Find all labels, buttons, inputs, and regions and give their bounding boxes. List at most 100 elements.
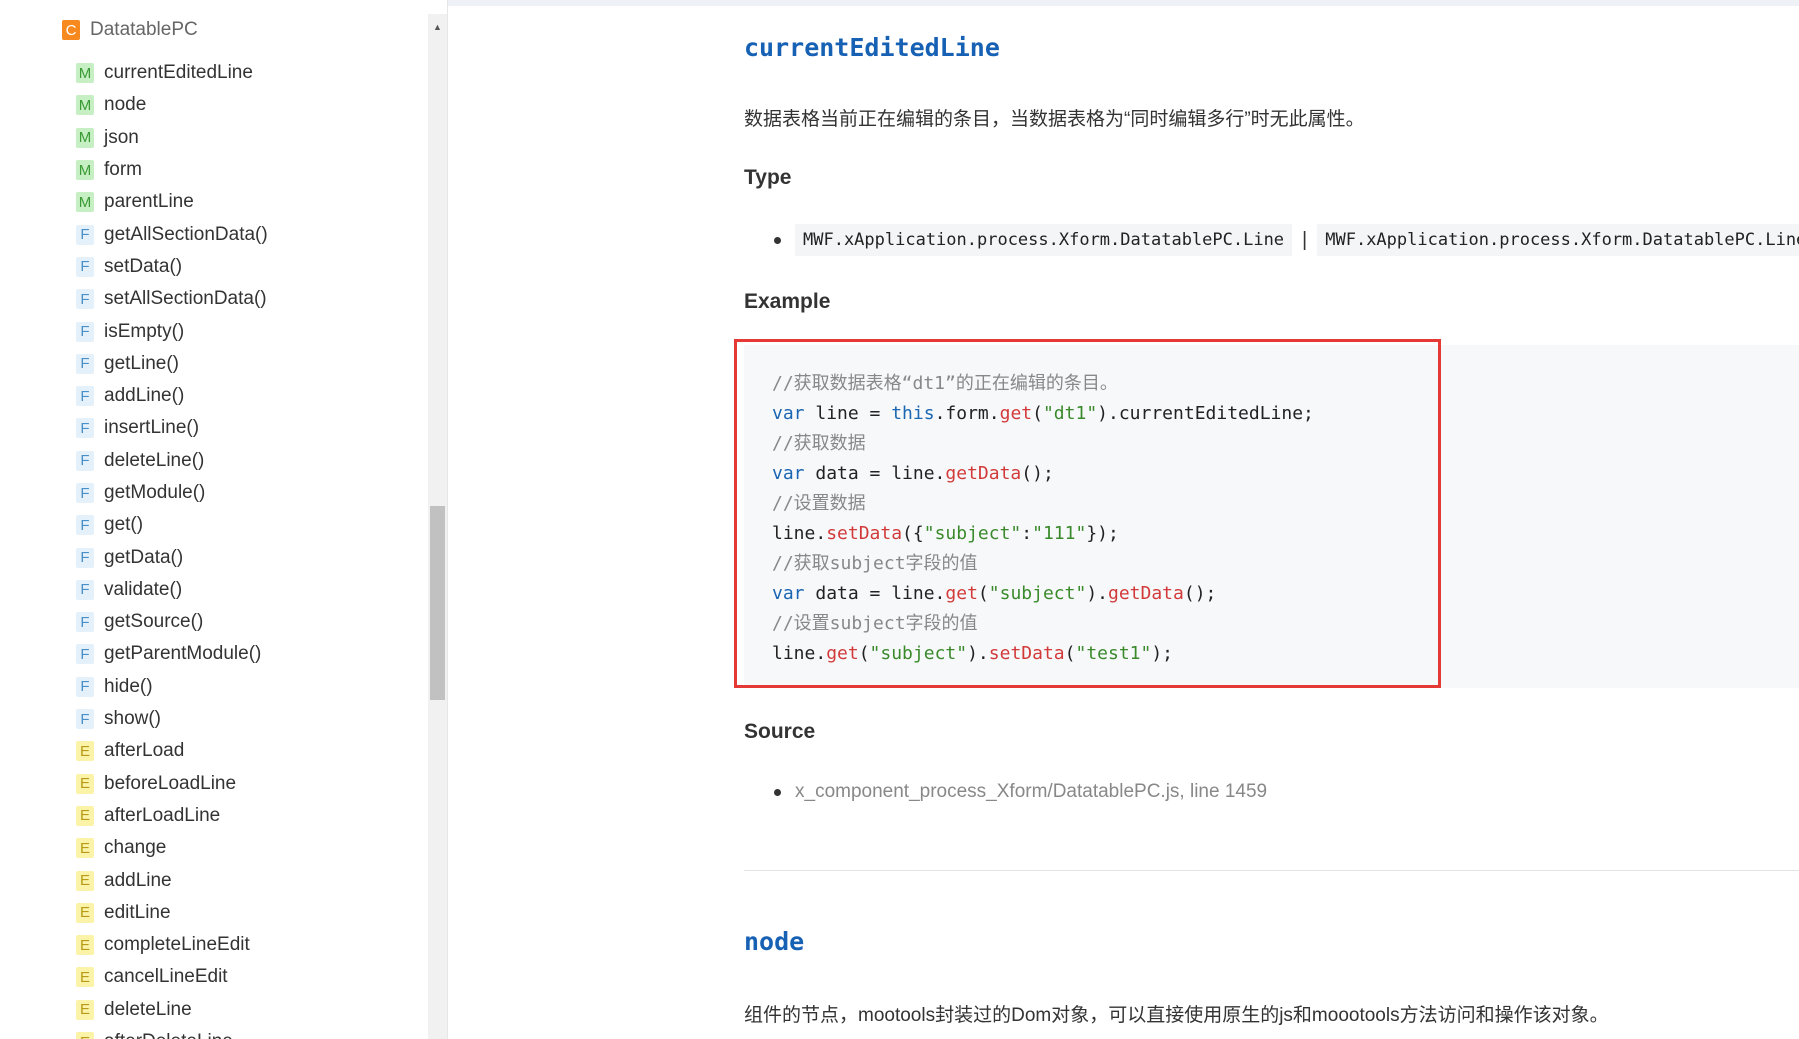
sidebar-title[interactable]: C DatatablePC xyxy=(62,18,198,42)
sidebar-item[interactable]: Fshow() xyxy=(76,703,268,735)
member-description-node: 组件的节点，mootools封装过的Dom对象，可以直接使用原生的js和mooo… xyxy=(744,1005,1609,1026)
sidebar-item[interactable]: Fvalidate() xyxy=(76,574,268,606)
sidebar-item-label: insertLine() xyxy=(104,417,200,439)
function-badge-icon: F xyxy=(76,676,94,697)
sidebar-item-label: cancelLineEdit xyxy=(104,966,228,988)
sidebar-item-label: getData() xyxy=(104,546,184,568)
sidebar-item[interactable]: FinsertLine() xyxy=(76,412,268,444)
sidebar-item[interactable]: EafterLoadLine xyxy=(76,800,268,832)
sidebar-item-label: deleteLine xyxy=(104,998,192,1020)
sidebar-item[interactable]: McurrentEditedLine xyxy=(76,57,268,89)
event-badge-icon: E xyxy=(76,741,94,762)
event-badge-icon: E xyxy=(76,805,94,826)
sidebar-scrollbar[interactable]: ▲ xyxy=(428,14,447,1039)
sidebar-item-label: show() xyxy=(104,708,162,730)
event-badge-icon: E xyxy=(76,967,94,988)
annotation-highlight-box xyxy=(734,339,1441,688)
sidebar-item[interactable]: EafterLoad xyxy=(76,735,268,767)
source-list-item: x_component_process_Xform/DatatablePC.js… xyxy=(774,781,1267,803)
sidebar-item[interactable]: Mnode xyxy=(76,89,268,121)
member-badge-icon: M xyxy=(76,63,94,84)
sidebar-item[interactable]: EafterDeleteLine xyxy=(76,1026,268,1039)
member-title-currentEditedLine: currentEditedLine xyxy=(744,33,1000,62)
sidebar-item-label: getAllSectionData() xyxy=(104,223,268,245)
sidebar-item[interactable]: Mform xyxy=(76,154,268,186)
sidebar-member-list: McurrentEditedLine Mnode Mjson Mform Mparent… xyxy=(76,57,268,1039)
type-separator: | xyxy=(1302,228,1308,251)
sidebar-item-label: setAllSectionData() xyxy=(104,288,267,310)
sidebar-item-label: completeLineEdit xyxy=(104,934,250,956)
sidebar-item[interactable]: EdeleteLine xyxy=(76,994,268,1026)
sidebar-item[interactable]: EeditLine xyxy=(76,897,268,929)
sidebar-item-label: json xyxy=(104,126,139,148)
sidebar-item-label: beforeLoadLine xyxy=(104,772,237,794)
sidebar-item[interactable]: FgetParentModule() xyxy=(76,638,268,670)
sidebar-item[interactable]: FgetModule() xyxy=(76,477,268,509)
function-badge-icon: F xyxy=(76,515,94,536)
sidebar-item[interactable]: FsetAllSectionData() xyxy=(76,283,268,315)
sidebar-item-label: isEmpty() xyxy=(104,320,185,342)
sidebar-item-label: currentEditedLine xyxy=(104,62,253,84)
sidebar-item-label: afterDeleteLine xyxy=(104,1031,233,1039)
event-badge-icon: E xyxy=(76,935,94,956)
sidebar-item[interactable]: Echange xyxy=(76,832,268,864)
function-badge-icon: F xyxy=(76,579,94,600)
bullet-icon xyxy=(774,788,781,796)
sidebar-item[interactable]: EcancelLineEdit xyxy=(76,961,268,993)
sidebar-item-label: hide() xyxy=(104,675,153,697)
sidebar-item-label: setData() xyxy=(104,255,183,277)
sidebar-item-label: deleteLine() xyxy=(104,449,205,471)
type-list-item: MWF.xApplication.process.Xform.Datatable… xyxy=(774,224,1799,256)
sidebar-item-label: parentLine xyxy=(104,191,194,213)
sidebar-item[interactable]: EcompleteLineEdit xyxy=(76,929,268,961)
event-badge-icon: E xyxy=(76,838,94,859)
member-description: 数据表格当前正在编辑的条目，当数据表格为“同时编辑多行”时无此属性。 xyxy=(744,109,1365,130)
sidebar-item[interactable]: FgetData() xyxy=(76,541,268,573)
event-badge-icon: E xyxy=(76,870,94,891)
sidebar-item[interactable]: FgetAllSectionData() xyxy=(76,218,268,250)
event-badge-icon: E xyxy=(76,999,94,1020)
sidebar-item[interactable]: EbeforeLoadLine xyxy=(76,768,268,800)
function-badge-icon: F xyxy=(76,386,94,407)
sidebar-item[interactable]: FisEmpty() xyxy=(76,315,268,347)
sidebar-title-label: DatatablePC xyxy=(90,19,198,40)
function-badge-icon: F xyxy=(76,256,94,277)
source-heading: Source xyxy=(744,720,816,743)
sidebar-item[interactable]: Fhide() xyxy=(76,671,268,703)
sidebar-item[interactable]: FsetData() xyxy=(76,251,268,283)
sidebar-item[interactable]: FgetSource() xyxy=(76,606,268,638)
function-badge-icon: F xyxy=(76,418,94,439)
sidebar-item[interactable]: MparentLine xyxy=(76,186,268,218)
function-badge-icon: F xyxy=(76,709,94,730)
function-badge-icon: F xyxy=(76,547,94,568)
sidebar-item[interactable]: EaddLine xyxy=(76,864,268,896)
function-badge-icon: F xyxy=(76,289,94,310)
event-badge-icon: E xyxy=(76,902,94,923)
member-title-node: node xyxy=(744,927,805,956)
sidebar-item[interactable]: FgetLine() xyxy=(76,348,268,380)
sidebar-item-label: addLine() xyxy=(104,385,185,407)
sidebar-item[interactable]: Mjson xyxy=(76,122,268,154)
section-divider xyxy=(744,870,1799,871)
sidebar-item-label: get() xyxy=(104,514,144,536)
sidebar-item[interactable]: FaddLine() xyxy=(76,380,268,412)
function-badge-icon: F xyxy=(76,353,94,374)
function-badge-icon: F xyxy=(76,450,94,471)
scroll-thumb[interactable] xyxy=(430,506,445,700)
sidebar-item-label: node xyxy=(104,94,147,116)
sidebar-item-label: editLine xyxy=(104,901,171,923)
sidebar-item-label: afterLoad xyxy=(104,740,185,762)
main-content: currentEditedLine 数据表格当前正在编辑的条目，当数据表格为“同… xyxy=(734,0,1799,1039)
type-code-2: MWF.xApplication.process.Xform.Datatable… xyxy=(1317,224,1799,256)
sidebar-item[interactable]: Fget() xyxy=(76,509,268,541)
member-badge-icon: M xyxy=(76,192,94,213)
source-link[interactable]: x_component_process_Xform/DatatablePC.js… xyxy=(795,781,1267,803)
type-code-1: MWF.xApplication.process.Xform.Datatable… xyxy=(795,224,1293,256)
function-badge-icon: F xyxy=(76,612,94,633)
event-badge-icon: E xyxy=(76,1032,94,1039)
sidebar-item-label: validate() xyxy=(104,578,183,600)
sidebar-item[interactable]: FdeleteLine() xyxy=(76,445,268,477)
sidebar-item-label: getModule() xyxy=(104,482,206,503)
member-badge-icon: M xyxy=(76,127,94,148)
scroll-up-arrow-icon[interactable]: ▲ xyxy=(428,20,447,34)
